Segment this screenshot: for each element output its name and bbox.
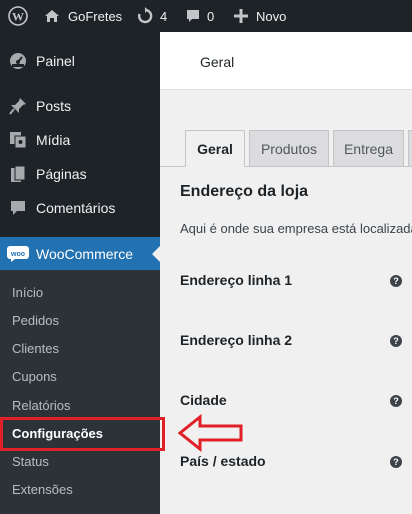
sidebar-item-paginas[interactable]: Páginas: [0, 157, 160, 191]
new-content-link[interactable]: Novo: [234, 0, 286, 32]
help-icon[interactable]: ?: [390, 395, 402, 407]
sidebar-item-comentarios[interactable]: Comentários: [0, 191, 160, 225]
site-name-link[interactable]: GoFretes: [44, 0, 122, 32]
home-icon: [44, 8, 60, 24]
media-icon: [0, 131, 36, 149]
tab-produtos[interactable]: Produtos: [249, 130, 329, 167]
highlight-box: [0, 417, 165, 451]
svg-text:woo: woo: [10, 251, 25, 258]
woo-icon: woo: [0, 246, 36, 262]
sidebar-item-label: WooCommerce: [36, 246, 133, 262]
left-arrow-annotation-icon: [177, 413, 244, 457]
comments-count: 0: [207, 8, 215, 24]
comment-bubble-icon: [185, 8, 201, 24]
svg-text:W: W: [12, 10, 24, 24]
field-label-address-1: Endereço linha 1: [180, 272, 293, 288]
refresh-icon: [136, 7, 154, 25]
help-icon[interactable]: ?: [390, 456, 402, 468]
pin-icon: [0, 97, 36, 115]
plus-icon: [234, 9, 248, 23]
site-name: GoFretes: [68, 8, 123, 24]
active-indicator-arrow: [152, 246, 160, 262]
sidebar-item-label: Comentários: [36, 200, 116, 216]
help-icon[interactable]: ?: [390, 335, 402, 347]
field-label-city: Cidade: [180, 392, 227, 408]
page-title: Geral: [200, 54, 235, 70]
comment-icon: [0, 199, 36, 217]
submenu-item-clientes[interactable]: Clientes: [12, 334, 59, 362]
admin-bar: W GoFretes 4 0 Novo: [0, 0, 412, 32]
field-label-address-2: Endereço linha 2: [180, 332, 293, 348]
submenu-item-relatorios[interactable]: Relatórios: [12, 391, 71, 419]
updates-link[interactable]: 4: [136, 0, 167, 32]
wordpress-logo-icon[interactable]: W: [8, 0, 28, 32]
woocommerce-submenu: Início Pedidos Clientes Cupons Relatório…: [0, 270, 160, 514]
sidebar-item-posts[interactable]: Posts: [0, 89, 160, 123]
sidebar-item-woocommerce[interactable]: woo WooCommerce: [0, 237, 160, 271]
new-label: Novo: [256, 8, 287, 24]
updates-count: 4: [160, 8, 168, 24]
sidebar-item-label: Painel: [36, 53, 75, 69]
tab-geral[interactable]: Geral: [185, 130, 245, 167]
section-title: Endereço da loja: [180, 183, 309, 200]
dashboard-icon: [0, 52, 36, 70]
sidebar-item-painel[interactable]: Painel: [0, 44, 160, 78]
pages-icon: [0, 165, 36, 183]
settings-tabs: Geral Produtos Entrega: [160, 130, 412, 167]
submenu-item-pedidos[interactable]: Pedidos: [12, 306, 59, 334]
section-description: Aqui é onde sua empresa está localizada: [180, 221, 412, 236]
sidebar-item-label: Páginas: [36, 166, 87, 182]
submenu-item-cupons[interactable]: Cupons: [12, 362, 57, 390]
submenu-item-inicio[interactable]: Início: [12, 278, 43, 306]
page-header: Geral: [160, 32, 412, 90]
tab-entrega[interactable]: Entrega: [333, 130, 404, 167]
sidebar-item-midia[interactable]: Mídia: [0, 123, 160, 157]
help-icon[interactable]: ?: [390, 275, 402, 287]
field-label-country-state: País / estado: [180, 453, 266, 469]
submenu-item-status[interactable]: Status: [12, 447, 49, 475]
submenu-item-extensoes[interactable]: Extensões: [12, 475, 73, 503]
sidebar-item-label: Mídia: [36, 132, 71, 148]
tab-more[interactable]: [408, 130, 412, 167]
sidebar-item-label: Posts: [36, 98, 72, 114]
comments-link[interactable]: 0: [185, 0, 214, 32]
